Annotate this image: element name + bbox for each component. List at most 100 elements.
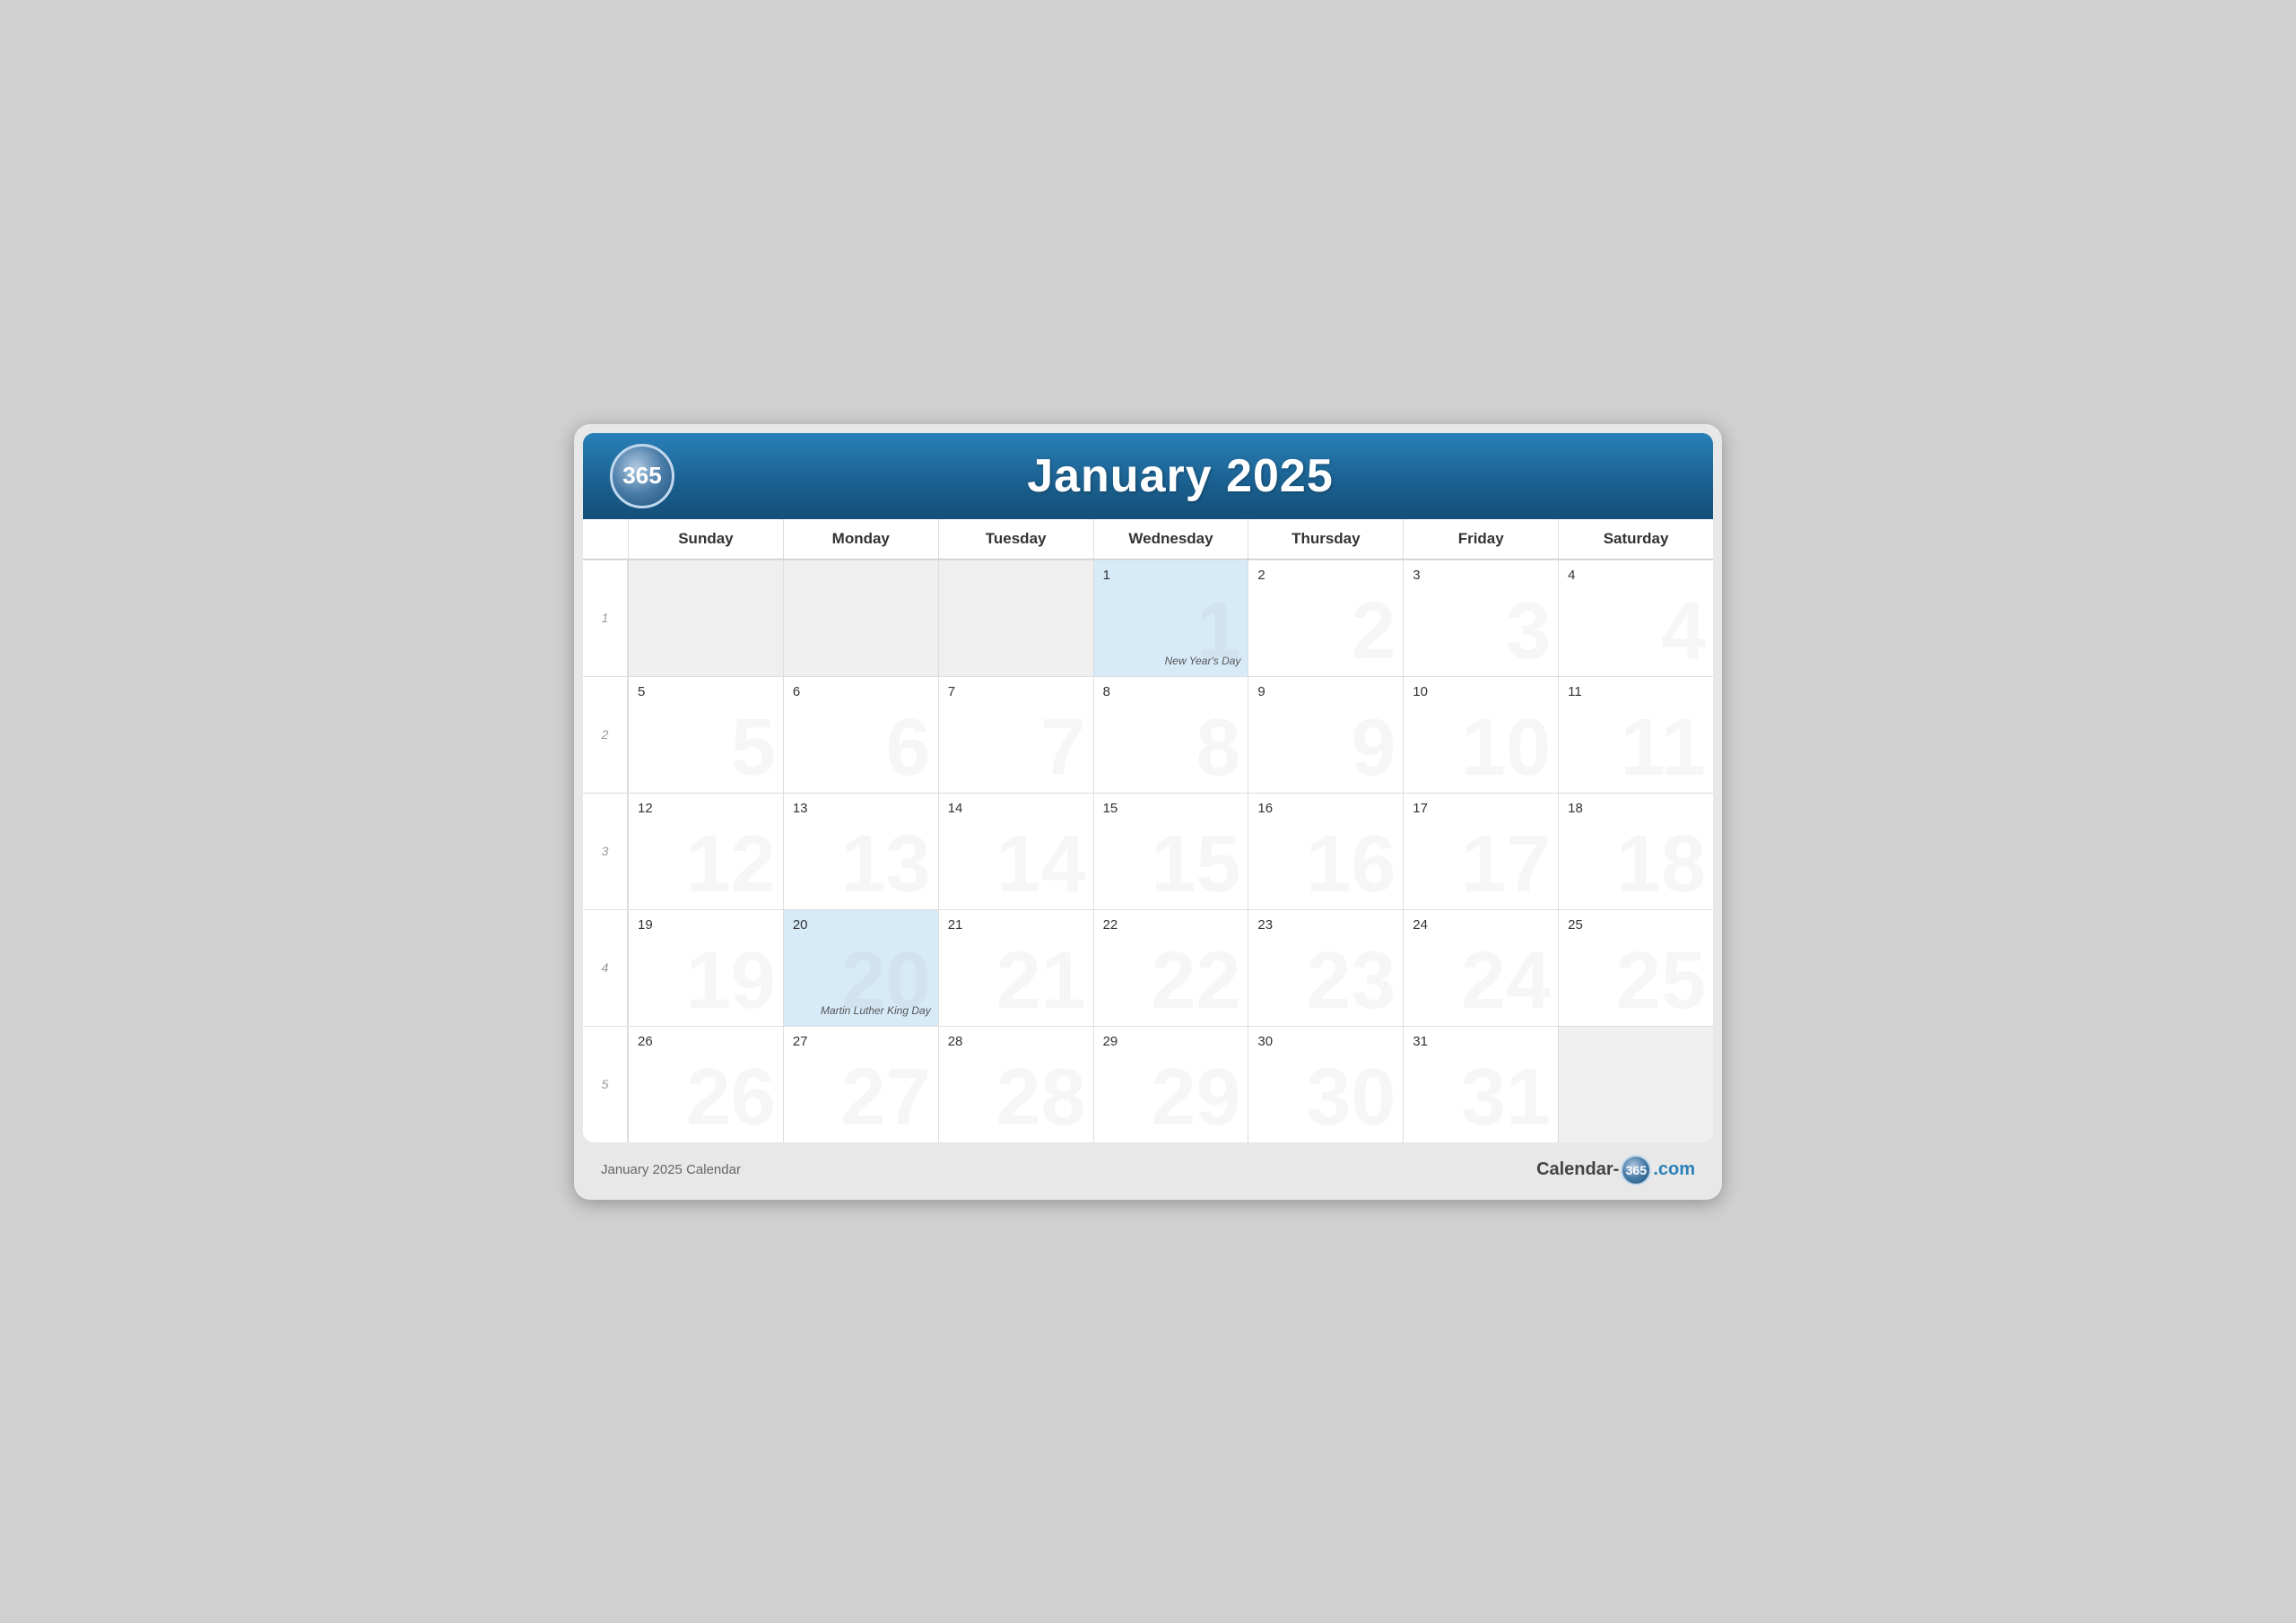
watermark: 15 <box>1151 824 1240 905</box>
watermark: 19 <box>686 941 776 1021</box>
date-number: 18 <box>1568 801 1704 816</box>
cal-cell-week1-day1[interactable] <box>783 560 938 676</box>
cal-cell-week4-day6[interactable]: 25 25 <box>1558 909 1713 1026</box>
day-header-monday: Monday <box>783 519 938 559</box>
cal-cell-week2-day6[interactable]: 1111 <box>1558 676 1713 793</box>
date-number: 23 <box>1257 917 1394 933</box>
cal-cell-week2-day1[interactable]: 66 <box>783 676 938 793</box>
date-number: 30 <box>1257 1034 1394 1049</box>
watermark: 26 <box>686 1057 776 1138</box>
cal-cell-week2-day4[interactable]: 99 <box>1248 676 1403 793</box>
date-number: 15 <box>1103 801 1239 816</box>
cal-cell-week3-day5[interactable]: 1717 <box>1403 793 1558 909</box>
footer-left-text: January 2025 Calendar <box>601 1162 741 1177</box>
date-number: 1 <box>1103 568 1239 583</box>
cal-cell-week4-day2[interactable]: 2121 <box>938 909 1093 1026</box>
cal-cell-week2-day3[interactable]: 88 <box>1093 676 1248 793</box>
date-number: 10 <box>1413 684 1549 699</box>
cal-cell-week5-day0[interactable]: 2626 <box>628 1026 783 1142</box>
watermark: 14 <box>996 824 1085 905</box>
watermark: 21 <box>996 941 1085 1021</box>
holiday-label: New Year's Day <box>1165 655 1241 667</box>
cal-cell-week2-day5[interactable]: 10 10 <box>1403 676 1558 793</box>
footer-brand-before: Calendar- <box>1536 1159 1619 1180</box>
cal-cell-week1-day3[interactable]: 1New Year's Day1 <box>1093 560 1248 676</box>
cal-cell-week2-day2[interactable]: 77 <box>938 676 1093 793</box>
logo-text: 365 <box>622 462 661 490</box>
watermark: 7 <box>1041 707 1086 788</box>
calendar-header: 365 January 2025 <box>583 433 1713 519</box>
watermark: 8 <box>1196 707 1240 788</box>
watermark: 30 <box>1306 1057 1396 1138</box>
week-number-4: 4 <box>583 909 628 1026</box>
cal-cell-week5-day6[interactable] <box>1558 1026 1713 1142</box>
cal-cell-week1-day0[interactable] <box>628 560 783 676</box>
day-header-friday: Friday <box>1403 519 1558 559</box>
cal-cell-week4-day5[interactable]: 2424 <box>1403 909 1558 1026</box>
watermark: 2 <box>1351 591 1396 672</box>
watermark: 27 <box>841 1057 931 1138</box>
date-number: 3 <box>1413 568 1549 583</box>
day-header-wednesday: Wednesday <box>1093 519 1248 559</box>
cal-cell-week1-day4[interactable]: 22 <box>1248 560 1403 676</box>
cal-cell-week1-day2[interactable] <box>938 560 1093 676</box>
date-number: 31 <box>1413 1034 1549 1049</box>
cal-cell-week4-day1[interactable]: 20Martin Luther King Day20 <box>783 909 938 1026</box>
date-number: 12 <box>638 801 774 816</box>
cal-cell-week3-day0[interactable]: 12 12 <box>628 793 783 909</box>
week-num-header-spacer <box>583 519 628 559</box>
cal-cell-week4-day0[interactable]: 1919 <box>628 909 783 1026</box>
day-header-saturday: Saturday <box>1558 519 1713 559</box>
cal-cell-week3-day3[interactable]: 1515 <box>1093 793 1248 909</box>
cal-cell-week4-day4[interactable]: 2323 <box>1248 909 1403 1026</box>
date-number: 5 <box>638 684 774 699</box>
date-number: 13 <box>793 801 929 816</box>
watermark: 16 <box>1306 824 1396 905</box>
watermark: 10 <box>1461 707 1551 788</box>
cal-cell-week1-day6[interactable]: 44 <box>1558 560 1713 676</box>
day-header-thursday: Thursday <box>1248 519 1403 559</box>
cal-cell-week5-day1[interactable]: 2727 <box>783 1026 938 1142</box>
date-number: 8 <box>1103 684 1239 699</box>
cal-cell-week3-day4[interactable]: 1616 <box>1248 793 1403 909</box>
cal-cell-week1-day5[interactable]: 33 <box>1403 560 1558 676</box>
week-number-1: 1 <box>583 560 628 676</box>
cal-cell-week5-day4[interactable]: 30 30 <box>1248 1026 1403 1142</box>
footer: January 2025 Calendar Calendar- 365 .com <box>583 1142 1713 1191</box>
date-number: 14 <box>948 801 1084 816</box>
watermark: 9 <box>1351 707 1396 788</box>
watermark: 24 <box>1461 941 1551 1021</box>
week-number-3: 3 <box>583 793 628 909</box>
cal-cell-week3-day1[interactable]: 13 13 <box>783 793 938 909</box>
date-number: 7 <box>948 684 1084 699</box>
logo-circle: 365 <box>610 444 674 508</box>
watermark: 12 <box>686 824 776 905</box>
date-number: 19 <box>638 917 774 933</box>
footer-brand-number: 365 <box>1621 1155 1651 1185</box>
watermark: 25 <box>1616 941 1706 1021</box>
footer-brand-after: .com <box>1653 1159 1695 1180</box>
watermark: 11 <box>1621 707 1706 788</box>
cal-cell-week4-day3[interactable]: 2222 <box>1093 909 1248 1026</box>
day-headers-row: Sunday Monday Tuesday Wednesday Thursday… <box>583 519 1713 560</box>
date-number: 2 <box>1257 568 1394 583</box>
cal-cell-week2-day0[interactable]: 55 <box>628 676 783 793</box>
cal-cell-week5-day3[interactable]: 2929 <box>1093 1026 1248 1142</box>
date-number: 25 <box>1568 917 1704 933</box>
week-number-2: 2 <box>583 676 628 793</box>
watermark: 6 <box>886 707 931 788</box>
watermark: 3 <box>1506 591 1551 672</box>
holiday-label: Martin Luther King Day <box>821 1004 931 1017</box>
week-number-5: 5 <box>583 1026 628 1142</box>
watermark: 13 <box>841 824 931 905</box>
date-number: 28 <box>948 1034 1084 1049</box>
watermark: 22 <box>1151 941 1240 1021</box>
calendar-grid: 11New Year's Day122334425566778899101011… <box>583 560 1713 1142</box>
date-number: 4 <box>1568 568 1704 583</box>
cal-cell-week3-day6[interactable]: 1818 <box>1558 793 1713 909</box>
date-number: 17 <box>1413 801 1549 816</box>
date-number: 29 <box>1103 1034 1239 1049</box>
cal-cell-week3-day2[interactable]: 14 14 <box>938 793 1093 909</box>
cal-cell-week5-day2[interactable]: 2828 <box>938 1026 1093 1142</box>
cal-cell-week5-day5[interactable]: 3131 <box>1403 1026 1558 1142</box>
